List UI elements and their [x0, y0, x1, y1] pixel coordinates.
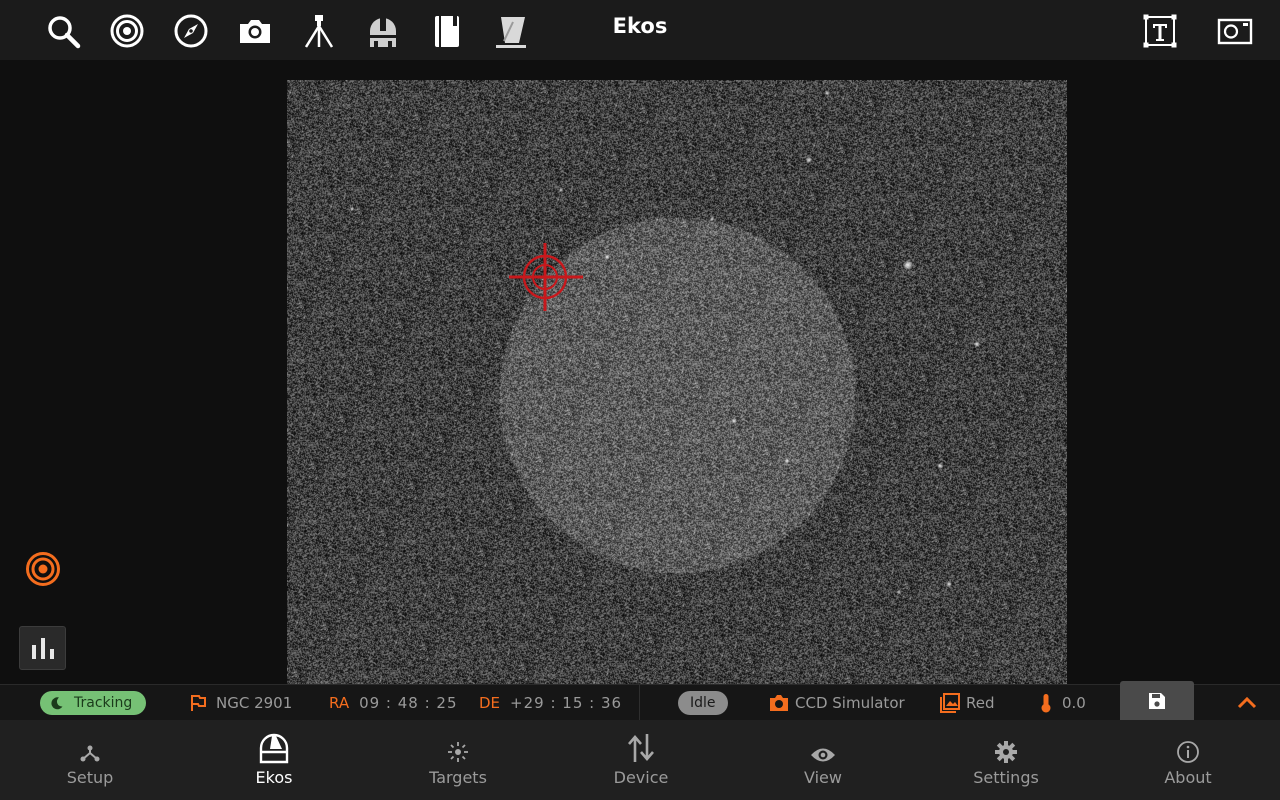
- device-arrows-icon: [628, 734, 654, 762]
- bullseye-icon[interactable]: [23, 549, 63, 589]
- search-icon[interactable]: [44, 12, 82, 50]
- ekos-dome-icon: [259, 733, 289, 764]
- tracking-label: Tracking: [74, 695, 133, 711]
- top-toolbar: Ekos: [0, 0, 1280, 60]
- info-icon: [1177, 741, 1199, 763]
- eye-icon: [811, 748, 835, 762]
- de-readout: DE +29 : 15 : 36: [479, 685, 622, 721]
- nav-settings[interactable]: Settings: [946, 720, 1066, 800]
- nav-label: About: [1164, 768, 1212, 787]
- window-title: Ekos: [612, 14, 668, 38]
- filter-image-icon: [940, 693, 960, 713]
- de-value: +29 : 15 : 36: [510, 694, 623, 712]
- flag-icon: [191, 695, 206, 711]
- floppy-disk-icon: [1149, 693, 1165, 709]
- fits-viewer[interactable]: [0, 60, 1280, 684]
- nav-ekos[interactable]: Ekos: [214, 720, 334, 800]
- ra-value: 09 : 48 : 25: [359, 694, 458, 712]
- compass-icon[interactable]: [172, 12, 210, 50]
- expand-panel-button[interactable]: [1236, 685, 1258, 721]
- nav-label: Settings: [973, 768, 1039, 787]
- camera-small-icon: [770, 695, 788, 711]
- target-icon[interactable]: [108, 12, 146, 50]
- nav-label: Ekos: [255, 768, 293, 787]
- nav-label: View: [804, 768, 842, 787]
- filter-readout[interactable]: Red: [940, 685, 995, 721]
- observatory-dome-icon[interactable]: [364, 12, 402, 50]
- noise-canvas: [287, 80, 1067, 684]
- moon-icon: [51, 697, 63, 710]
- nav-label: Device: [613, 768, 669, 787]
- bottom-navigation: Setup Ekos Targets Device View Settings …: [0, 720, 1280, 800]
- crosshair-icon: [509, 243, 583, 311]
- chevron-up-icon: [1237, 696, 1257, 709]
- camera-icon[interactable]: [236, 12, 274, 50]
- nav-label: Targets: [429, 768, 487, 787]
- target-readout: NGC 2901: [190, 685, 292, 721]
- setup-icon: [80, 745, 100, 762]
- de-label: DE: [479, 694, 501, 712]
- star-field-image[interactable]: [287, 80, 1067, 684]
- bar-chart-icon[interactable]: [19, 626, 66, 670]
- nav-about[interactable]: About: [1128, 720, 1248, 800]
- save-button[interactable]: [1120, 681, 1194, 721]
- tripod-icon[interactable]: [300, 12, 338, 50]
- state-status: Idle: [678, 685, 728, 721]
- text-frame-icon[interactable]: [1141, 12, 1179, 50]
- nav-label: Setup: [66, 768, 114, 787]
- ra-readout: RA 09 : 48 : 25: [329, 685, 458, 721]
- nav-view[interactable]: View: [763, 720, 883, 800]
- target-name: NGC 2901: [216, 694, 293, 712]
- tracking-status: Tracking: [40, 685, 147, 721]
- gear-icon: [995, 741, 1017, 763]
- targets-icon: [448, 742, 468, 762]
- nav-device[interactable]: Device: [581, 720, 701, 800]
- nav-targets[interactable]: Targets: [398, 720, 518, 800]
- state-badge: Idle: [678, 691, 728, 715]
- camera-name: CCD Simulator: [795, 694, 905, 712]
- temperature-readout: 0.0: [1040, 685, 1086, 721]
- status-bar: Tracking NGC 2901 RA 09 : 48 : 25 DE +29…: [0, 681, 1280, 721]
- ra-label: RA: [329, 694, 350, 712]
- status-divider: [639, 685, 640, 721]
- tracking-badge: Tracking: [40, 691, 147, 715]
- camera-readout[interactable]: CCD Simulator: [769, 685, 905, 721]
- notebook-icon[interactable]: [428, 12, 466, 50]
- temperature-value: 0.0: [1062, 694, 1086, 712]
- capture-frame-icon[interactable]: [1216, 12, 1254, 50]
- nav-setup[interactable]: Setup: [30, 720, 150, 800]
- filter-name: Red: [966, 694, 995, 712]
- thermometer-icon: [1041, 694, 1051, 713]
- flat-panel-icon[interactable]: [492, 12, 530, 50]
